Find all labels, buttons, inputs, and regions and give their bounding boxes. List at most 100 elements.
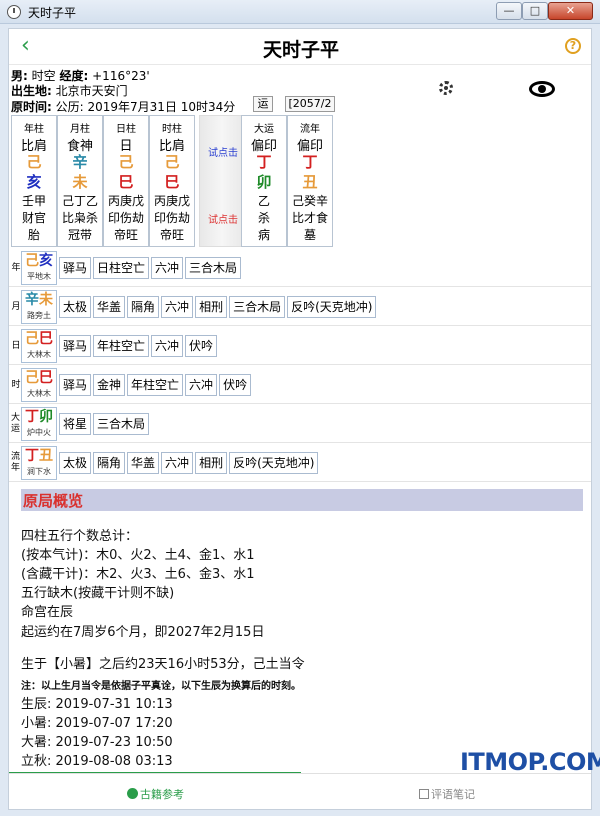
row-label: 大运 (11, 413, 21, 434)
row-label: 年 (11, 262, 21, 273)
pillar-hidden-stems: 壬甲 (21, 194, 46, 208)
row-nayin: 大林木 (27, 389, 51, 398)
pillar-state: 冠带 (67, 228, 92, 242)
tab-classics-label: 古籍参考 (140, 788, 184, 801)
relation-tag[interactable]: 年柱空亡 (93, 335, 150, 357)
info-line-birthplace: 出生地: 北京市天安门 (11, 82, 128, 99)
overview-xiaoshu: 小暑: 2019-07-07 17:20 (21, 716, 173, 731)
relation-tag[interactable]: 华盖 (127, 452, 160, 474)
tab-notes-label: 评语笔记 (431, 788, 475, 801)
relation-row-month: 月 辛未 路旁土 太极 华盖 隔角 六冲 相刑 三合木局 反吟(天克地冲) (9, 288, 591, 326)
pillar-hidden-stems: 己癸辛 (291, 194, 328, 208)
pillar-dayun[interactable]: 大运 偏印 丁 卯 乙 杀 病 (241, 115, 287, 247)
pillar-label: 时柱 (162, 124, 182, 135)
relation-tag[interactable]: 驿马 (59, 335, 92, 357)
minimize-button[interactable]: — (496, 2, 522, 20)
gear-icon[interactable] (439, 81, 453, 95)
relation-tag[interactable]: 伏吟 (185, 335, 218, 357)
pillar-zhi: 亥 (26, 173, 42, 191)
pillar-hidden-stems: 丙庚戊 (153, 194, 190, 208)
close-button[interactable]: ✕ (548, 2, 593, 20)
pillar-hidden-stems: 丙庚戊 (107, 194, 144, 208)
help-icon[interactable]: ? (565, 38, 581, 54)
row-nayin: 平地木 (27, 272, 51, 281)
relation-tag[interactable]: 六冲 (151, 335, 184, 357)
overview-line: 五行缺木(按藏干计则不缺) (21, 586, 175, 601)
maximize-button[interactable]: □ (522, 2, 548, 20)
pillar-hidden-gods: 比才食 (291, 211, 328, 225)
pillar-hidden-stems: 己丁乙 (61, 194, 98, 208)
row-gan: 丁 (25, 409, 39, 425)
ganzhi-box[interactable]: 辛未 路旁土 (21, 290, 57, 324)
relation-tag[interactable]: 反吟(天克地冲) (287, 296, 377, 318)
ganzhi-box[interactable]: 丁卯 炉中火 (21, 407, 57, 441)
ganzhi-box[interactable]: 己巳 大林木 (21, 329, 57, 363)
pillar-label: 流年 (300, 124, 320, 135)
pillar-hour[interactable]: 时柱 比肩 己 巳 丙庚戊 印伤劫 帝旺 (149, 115, 195, 247)
longitude-label: 经度: (59, 69, 89, 83)
row-nayin: 炉中火 (27, 428, 51, 437)
relation-tag[interactable]: 三合木局 (93, 413, 150, 435)
pillar-label: 月柱 (70, 124, 90, 135)
tab-classics[interactable]: 古籍参考 (127, 786, 184, 802)
birthplace-label: 出生地: (11, 84, 52, 98)
relation-tag[interactable]: 六冲 (185, 374, 218, 396)
relation-tag[interactable]: 三合木局 (229, 296, 286, 318)
eye-icon[interactable] (529, 81, 555, 97)
overview-line: (含藏干计)：木2、火3、土6、金3、水1 (21, 567, 255, 582)
ganzhi-box[interactable]: 己巳 大林木 (21, 368, 57, 402)
relation-tag[interactable]: 金神 (93, 374, 126, 396)
relation-tag[interactable]: 隔角 (93, 452, 126, 474)
row-nayin: 大林木 (27, 350, 51, 359)
ganzhi-box[interactable]: 丁丑 涧下水 (21, 446, 57, 480)
row-nayin: 涧下水 (27, 467, 51, 476)
page-title: 天时子平 (262, 39, 339, 61)
row-label: 时 (11, 379, 21, 390)
try-click-bottom[interactable]: 试点击 (200, 211, 246, 226)
pillar-month[interactable]: 月柱 食神 辛 未 己丁乙 比枭杀 冠带 (57, 115, 103, 247)
pillar-label: 日柱 (116, 124, 136, 135)
pillar-zhi: 卯 (256, 173, 272, 191)
overview-birth: 生辰: 2019-07-31 10:13 (21, 697, 173, 712)
tab-notes[interactable]: 评语笔记 (419, 786, 475, 802)
relation-tag[interactable]: 华盖 (93, 296, 126, 318)
relation-tag[interactable]: 反吟(天克地冲) (229, 452, 319, 474)
bottom-tabbar: 古籍参考 评语笔记 (9, 773, 591, 809)
overview-title: 原局概览 (23, 492, 84, 510)
relation-row-hour: 时 己巳 大林木 驿马 金神 年柱空亡 六冲 伏吟 (9, 366, 591, 404)
pillar-day[interactable]: 日柱 日 己 巳 丙庚戊 印伤劫 帝旺 (103, 115, 149, 247)
relation-tag[interactable]: 驿马 (59, 374, 92, 396)
relation-tag[interactable]: 日柱空亡 (93, 257, 150, 279)
row-gan: 己 (25, 253, 39, 269)
pillar-state: 帝旺 (159, 228, 184, 242)
relation-tag[interactable]: 驿马 (59, 257, 92, 279)
window-titlebar: 天时子平 — □ ✕ (0, 0, 600, 24)
time-value: 公历: 2019年7月31日 10时34分 (55, 100, 236, 114)
ganzhi-box[interactable]: 己亥 平地木 (21, 251, 57, 285)
relation-tag[interactable]: 太极 (59, 296, 92, 318)
pillar-gan: 辛 (72, 153, 88, 171)
relation-tag[interactable]: 年柱空亡 (127, 374, 184, 396)
relation-tag[interactable]: 六冲 (151, 257, 184, 279)
relation-tag[interactable]: 相刑 (195, 296, 228, 318)
clock-icon (7, 5, 21, 19)
gender-label: 男: (11, 69, 28, 83)
relation-tag[interactable]: 三合木局 (185, 257, 242, 279)
relation-tag[interactable]: 太极 (59, 452, 92, 474)
relation-tag[interactable]: 隔角 (127, 296, 160, 318)
yun-button[interactable]: 运 (253, 96, 273, 112)
relation-row-dayun: 大运 丁卯 炉中火 将星 三合木局 (9, 405, 591, 443)
longitude-value: +116°23' (92, 69, 150, 83)
try-click-top[interactable]: 试点击 (200, 144, 246, 159)
row-gan: 己 (25, 370, 39, 386)
row-nayin: 路旁土 (27, 311, 51, 320)
relation-tag[interactable]: 将星 (59, 413, 92, 435)
relation-tag[interactable]: 伏吟 (219, 374, 252, 396)
pillar-liunian[interactable]: 流年 偏印 丁 丑 己癸辛 比才食 墓 (287, 115, 333, 247)
relation-tag[interactable]: 相刑 (195, 452, 228, 474)
pillar-year[interactable]: 年柱 比肩 己 亥 壬甲 财官 胎 (11, 115, 57, 247)
relation-tag[interactable]: 六冲 (161, 452, 194, 474)
relation-tag[interactable]: 六冲 (161, 296, 194, 318)
try-click-panel[interactable]: 试点击 试点击 (199, 115, 245, 247)
year-selector[interactable]: [2057/2 (285, 96, 335, 112)
